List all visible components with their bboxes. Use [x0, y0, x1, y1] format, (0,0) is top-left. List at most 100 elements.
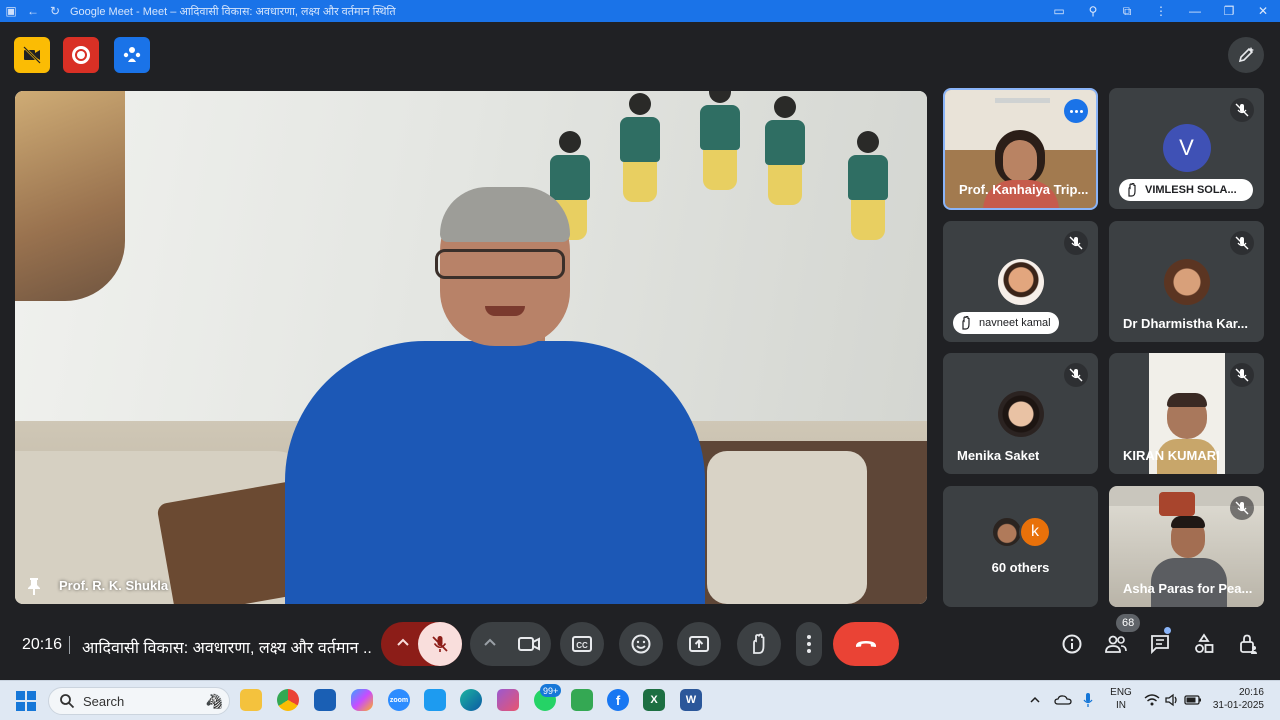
participant-name: VIMLESH SOLA... [1145, 184, 1237, 196]
wall-puppet [843, 131, 893, 261]
participant-tile[interactable]: Dr Dharmistha Kar... [1109, 221, 1264, 342]
mic-toggle-button[interactable] [418, 622, 462, 666]
meeting-details-button[interactable] [1058, 630, 1086, 658]
zoom-icon[interactable]: zoom [388, 689, 410, 711]
camera-indicator-icon[interactable]: ▭ [1042, 4, 1076, 18]
camera-control[interactable] [470, 622, 551, 666]
shapes-icon [1195, 633, 1214, 653]
pin-icon[interactable] [25, 576, 43, 596]
mic-off-icon [1230, 231, 1254, 255]
file-explorer-icon[interactable] [240, 689, 262, 711]
main-speaker-video[interactable]: Prof. R. K. Shukla [15, 91, 927, 604]
wall-decor [15, 91, 125, 301]
more-options-icon[interactable] [1064, 99, 1088, 123]
participant-tile[interactable]: Prof. Kanhaiya Trip... [943, 88, 1098, 210]
twitter-icon[interactable] [424, 689, 446, 711]
more-vert-icon [807, 635, 811, 653]
participant-tile[interactable]: KIRAN KUMARI [1109, 353, 1264, 474]
participant-name: Dr Dharmistha Kar... [1123, 316, 1248, 331]
tray-overflow-icon[interactable] [1028, 680, 1042, 720]
minimize-button[interactable]: — [1178, 4, 1212, 18]
participant-tile[interactable]: Menika Saket [943, 353, 1098, 474]
facebook-icon[interactable]: f [607, 689, 629, 711]
word-icon[interactable]: W [680, 689, 702, 711]
activities-button[interactable] [1190, 630, 1218, 658]
raised-hand-icon [962, 316, 970, 330]
video-decor [1159, 492, 1195, 516]
chat-unread-dot [1164, 627, 1171, 634]
participant-photo [1163, 259, 1210, 305]
facetime-icon[interactable] [571, 689, 593, 711]
zoom-icon[interactable]: ⚲ [1076, 4, 1110, 18]
participant-tile[interactable]: navneet kamal [943, 221, 1098, 342]
start-button[interactable] [16, 691, 36, 711]
chat-button[interactable] [1146, 630, 1174, 658]
menu-icon[interactable]: ⋮ [1144, 4, 1178, 18]
people-button[interactable] [1102, 630, 1130, 658]
mic-off-icon [1064, 231, 1088, 255]
raise-hand-button[interactable] [737, 622, 781, 666]
participant-tile[interactable]: Asha Paras for Pea... [1109, 486, 1264, 607]
browser-title-bar: ▣ ← ↻ Google Meet - Meet – आदिवासी विकास… [0, 0, 1280, 22]
language-region: IN [1116, 700, 1126, 711]
battery-icon[interactable] [1184, 680, 1202, 720]
participant-name: Asha Paras for Pea... [1123, 581, 1253, 596]
search-label: Search [83, 693, 125, 709]
system-date: 31-01-2025 [1212, 700, 1264, 711]
participant-tile[interactable]: V VIMLESH SOLA... [1109, 88, 1264, 209]
mic-off-icon [1230, 363, 1254, 387]
copilot-icon[interactable] [351, 689, 373, 711]
meeting-clock: 20:16 [22, 636, 63, 653]
close-button[interactable]: ✕ [1246, 4, 1280, 18]
camera-icon[interactable] [517, 632, 541, 656]
participant-name: Prof. Kanhaiya Trip... [959, 182, 1089, 197]
more-options-button[interactable] [796, 622, 822, 666]
window-title: Google Meet - Meet – आदिवासी विकास: अवधा… [70, 5, 396, 18]
language-indicator[interactable]: ENG IN [1108, 686, 1134, 712]
divider [69, 636, 70, 654]
excel-icon[interactable]: X [643, 689, 665, 711]
edge-icon[interactable] [460, 689, 482, 711]
volume-icon[interactable] [1164, 680, 1180, 720]
system-clock[interactable]: 20:16 31-01-2025 [1213, 686, 1264, 712]
main-speaker-name: Prof. R. K. Shukla [59, 578, 169, 593]
onedrive-icon[interactable] [1054, 680, 1072, 720]
host-controls-indicator[interactable] [114, 37, 150, 73]
speaker-hair [440, 187, 570, 242]
participant-name: navneet kamal [979, 317, 1051, 329]
leave-call-button[interactable] [833, 622, 899, 666]
pen-icon-button[interactable] [1228, 37, 1264, 73]
sofa-cushion [707, 451, 867, 604]
reactions-button[interactable] [619, 622, 663, 666]
back-icon[interactable]: ← [22, 0, 44, 22]
mic-off-icon [1230, 496, 1254, 520]
video-editor-icon[interactable] [497, 689, 519, 711]
microphone-control[interactable] [381, 622, 462, 666]
taskbar-search[interactable]: Search 🦓 [48, 687, 230, 715]
chrome-icon[interactable] [277, 689, 299, 711]
captions-button[interactable]: CC [560, 622, 604, 666]
store-icon[interactable] [314, 689, 336, 711]
wall-puppet [760, 96, 810, 226]
chevron-up-icon[interactable] [395, 634, 411, 650]
avatar-initial: V [1162, 124, 1211, 172]
raised-hand-icon [1128, 183, 1136, 197]
participant-photo [997, 259, 1044, 305]
recording-indicator[interactable] [63, 37, 99, 73]
reload-icon[interactable]: ↻ [44, 0, 66, 22]
others-tile[interactable]: k 60 others [943, 486, 1098, 607]
no-video-indicator[interactable] [14, 37, 50, 73]
wifi-icon[interactable] [1144, 680, 1160, 720]
mic-tray-icon[interactable] [1082, 680, 1094, 720]
pen-icon [1238, 47, 1254, 63]
host-controls-button[interactable] [1234, 630, 1262, 658]
people-icon [1105, 635, 1127, 653]
raised-hand-pill: navneet kamal [953, 312, 1059, 334]
maximize-button[interactable]: ❐ [1212, 4, 1246, 18]
extension-icon[interactable]: ⧉ [1110, 4, 1144, 19]
mic-off-icon [432, 636, 448, 652]
lock-person-icon [1240, 634, 1257, 654]
present-button[interactable] [677, 622, 721, 666]
others-avatar-initial: k [1019, 516, 1051, 548]
chevron-up-icon[interactable] [482, 634, 498, 650]
